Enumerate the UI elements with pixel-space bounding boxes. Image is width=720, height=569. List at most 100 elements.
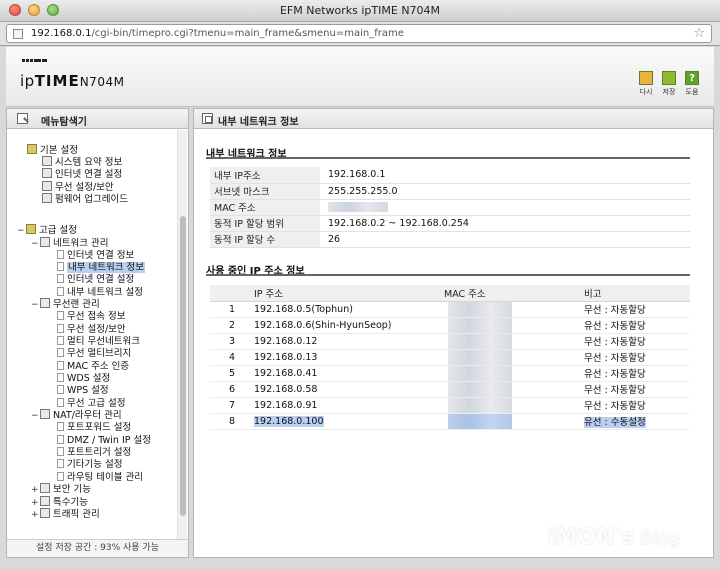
title-bar: EFM Networks ipTIME N704M — [0, 0, 720, 22]
ip-table-header: IP 주소 MAC 주소 비고 — [210, 285, 690, 302]
network-icon — [40, 237, 50, 247]
url-field[interactable]: 192.168.0.1/cgi-bin/timepro.cgi?tmenu=ma… — [6, 24, 712, 43]
section-divider — [206, 157, 690, 159]
page-icon — [57, 435, 64, 444]
url-path: /cgi-bin/timepro.cgi?tmenu=main_frame&sm… — [91, 28, 404, 39]
menu-explorer-title: 메뉴탐색기 — [41, 117, 87, 128]
blurred-mac-address — [448, 413, 512, 429]
info-row: 동적 IP 할당 범위 192.168.0.2 ~ 192.168.0.254 — [210, 215, 690, 232]
table-row: 7 192.168.0.91 무선 : 자동할당 — [210, 397, 690, 414]
table-row: 4 192.168.0.13 무선 : 자동할당 — [210, 349, 690, 366]
special-icon — [40, 496, 50, 506]
page-icon — [202, 113, 213, 124]
collapse-icon[interactable]: − — [31, 299, 40, 312]
content-title: 내부 네트워크 정보 — [218, 117, 299, 128]
page-icon — [57, 348, 64, 357]
menu-scroll-thumb[interactable] — [180, 216, 186, 516]
url-text[interactable]: 192.168.0.1/cgi-bin/timepro.cgi?tmenu=ma… — [31, 28, 404, 39]
storage-status: 설정 저장 공간 : 93% 사용 가능 — [7, 539, 188, 557]
tree-item-wps[interactable]: WPS 설정 — [57, 384, 109, 397]
wireless-icon — [42, 181, 52, 191]
bookmark-star-icon[interactable]: ☆ — [693, 26, 705, 41]
info-row: 서브넷 마스크 255.255.255.0 — [210, 183, 690, 200]
content-panel: 내부 네트워크 정보 내부 네트워크 정보 내부 IP주소 192.168.0.1… — [193, 108, 714, 558]
page-icon — [57, 262, 64, 271]
page-icon — [57, 422, 64, 431]
tree-item-security[interactable]: + 보안 기능 — [31, 483, 91, 496]
folder-icon — [26, 224, 36, 234]
brand-model: N704M — [79, 75, 125, 89]
used-ip-table: IP 주소 MAC 주소 비고 1 192.168.0.5(Tophun) 무선 :… — [210, 285, 690, 430]
table-row-selected: 8 192.168.0.100 유선 : 수동설정 — [210, 413, 690, 430]
help-icon: ? — [685, 71, 699, 85]
page-icon — [57, 398, 64, 407]
lan-info-table: 내부 IP주소 192.168.0.1 서브넷 마스크 255.255.255.0 … — [210, 167, 690, 248]
tree-item-internet-setup-2[interactable]: 인터넷 연결 설정 — [57, 273, 134, 286]
blurred-mac-address — [448, 397, 512, 413]
network-icon — [42, 168, 52, 178]
tree-item-misc[interactable]: 기타기능 설정 — [57, 458, 122, 471]
brand-ip: ip — [20, 72, 35, 90]
page-icon — [57, 324, 64, 333]
page-icon — [57, 361, 64, 370]
page-icon — [57, 287, 64, 296]
tree-item-internet-setup[interactable]: 인터넷 연결 설정 — [42, 168, 122, 181]
save-button[interactable]: 저장 — [657, 71, 681, 97]
router-header: ipTIMEN704M 다시 저장 ? 도움 — [6, 47, 714, 107]
page-icon — [57, 250, 64, 259]
tree-item-wireless-status[interactable]: 무선 접속 정보 — [57, 310, 125, 323]
menu-tree: 기본 설정 시스템 요약 정보 인터넷 연결 설정 무선 설정/보안 펌웨어 업… — [7, 130, 177, 540]
info-row: MAC 주소 — [210, 199, 690, 216]
back-button[interactable]: 다시 — [634, 71, 658, 97]
page-icon — [57, 311, 64, 320]
page-icon — [57, 472, 64, 481]
tree-item-advanced[interactable]: − 고급 설정 — [17, 224, 77, 237]
blog-watermark: iMON's Blog — [548, 525, 680, 550]
blurred-mac-address — [448, 381, 512, 397]
collapse-icon[interactable]: − — [31, 410, 40, 423]
section-divider — [206, 274, 690, 276]
brand-time: TIME — [34, 72, 80, 90]
collapse-icon[interactable]: − — [17, 225, 26, 238]
router-icon — [40, 409, 50, 419]
page-icon — [57, 447, 64, 456]
blurred-mac-address — [448, 349, 512, 365]
save-icon — [662, 71, 676, 85]
collapse-icon[interactable]: − — [31, 238, 40, 251]
table-row: 5 192.168.0.41 유선 : 자동할당 — [210, 365, 690, 382]
help-button[interactable]: ? 도움 — [680, 71, 704, 97]
brand-logo: ipTIMEN704M — [20, 72, 124, 90]
menu-explorer-panel: 메뉴탐색기 기본 설정 시스템 요약 정보 인터넷 연결 설정 무선 설정/보안… — [6, 108, 189, 558]
help-label: 도움 — [685, 88, 699, 96]
folder-icon — [27, 144, 37, 154]
search-icon — [17, 113, 28, 124]
tree-item-traffic[interactable]: + 트래픽 관리 — [31, 508, 100, 521]
back-label: 다시 — [639, 88, 653, 96]
window-title: EFM Networks ipTIME N704M — [279, 4, 441, 17]
blurred-mac-address — [328, 202, 388, 212]
lock-icon — [40, 483, 50, 493]
tree-item-firmware[interactable]: 펌웨어 업그레이드 — [42, 193, 128, 206]
page-icon — [13, 29, 23, 39]
page-icon — [57, 459, 64, 468]
save-label: 저장 — [662, 88, 676, 96]
url-host: 192.168.0.1 — [31, 28, 92, 39]
upgrade-icon — [42, 193, 52, 203]
content-header: 내부 네트워크 정보 — [194, 109, 713, 129]
column-header-mac: MAC 주소 — [444, 285, 584, 302]
chart-icon — [42, 156, 52, 166]
column-header-ip: IP 주소 — [254, 285, 444, 302]
expand-icon[interactable]: + — [31, 509, 40, 522]
menu-explorer-header: 메뉴탐색기 — [7, 109, 188, 129]
logo-dots-icon — [22, 59, 58, 67]
column-header-note: 비고 — [584, 285, 690, 302]
back-icon — [639, 71, 653, 85]
blurred-mac-address — [448, 365, 512, 381]
info-row: 동적 IP 할당 수 26 — [210, 231, 690, 248]
tree-item-wds-bridge[interactable]: 무선 멀티브리지 — [57, 347, 131, 360]
tree-item-port-forward[interactable]: 포트포워드 설정 — [57, 421, 131, 434]
menu-scrollbar[interactable] — [177, 130, 187, 543]
table-row: 6 192.168.0.58 무선 : 자동할당 — [210, 381, 690, 398]
table-row: 2 192.168.0.6(Shin-HyunSeop) 유선 : 자동할당 — [210, 317, 690, 334]
page-icon — [57, 373, 64, 382]
